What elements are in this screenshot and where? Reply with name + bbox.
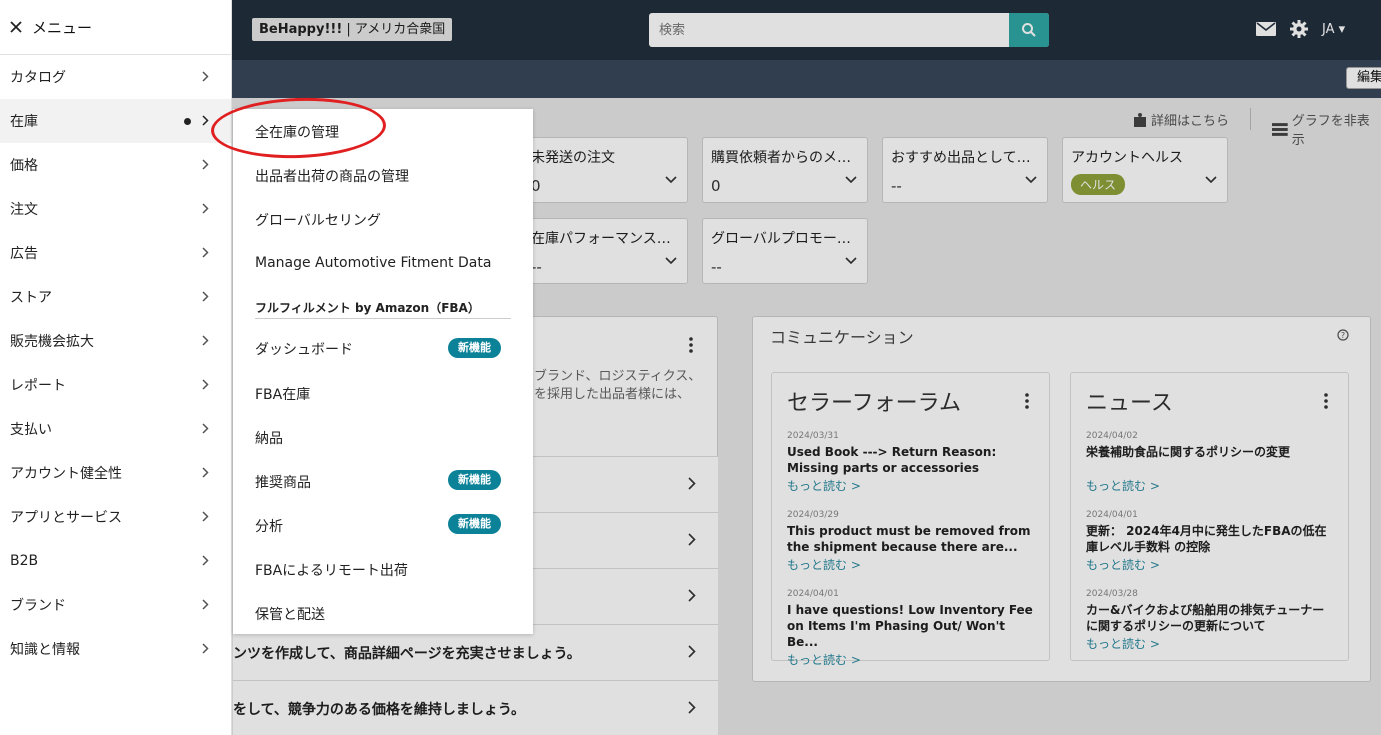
chevron-right-icon: [202, 247, 209, 258]
new-feature-badge: 新機能: [448, 514, 501, 534]
menu-item-account-health[interactable]: アカウント健全性: [0, 451, 231, 495]
close-icon[interactable]: [10, 21, 22, 33]
menu-item-payments[interactable]: 支払い: [0, 407, 231, 451]
submenu-manage-all-inventory[interactable]: 全在庫の管理: [255, 122, 339, 142]
menu-item-inventory[interactable]: 在庫: [0, 99, 231, 143]
menu-item-growth[interactable]: 販売機会拡大: [0, 319, 231, 363]
menu-item-apps-services[interactable]: アプリとサービス: [0, 495, 231, 539]
chevron-right-icon: [202, 511, 209, 522]
fba-section-title: フルフィルメント by Amazon（FBA）: [255, 301, 480, 315]
chevron-right-icon: [202, 599, 209, 610]
menu-header: メニュー: [0, 0, 231, 55]
chevron-right-icon: [202, 555, 209, 566]
menu-item-advertising[interactable]: 広告: [0, 231, 231, 275]
menu-item-b2b[interactable]: B2B: [0, 539, 231, 583]
chevron-right-icon: [202, 467, 209, 478]
submenu-fba-inventory[interactable]: FBA在庫: [255, 384, 310, 404]
submenu-recommended-products[interactable]: 推奨商品: [255, 472, 311, 492]
chevron-right-icon: [202, 203, 209, 214]
chevron-right-icon: [202, 379, 209, 390]
chevron-right-icon: [202, 71, 209, 82]
submenu-global-selling[interactable]: グローバルセリング: [255, 210, 381, 230]
submenu-shipments[interactable]: 納品: [255, 428, 283, 448]
submenu-manage-seller-fulfilled[interactable]: 出品者出荷の商品の管理: [255, 166, 409, 186]
chevron-right-icon: [202, 643, 209, 654]
chevron-right-icon: [202, 335, 209, 346]
new-feature-badge: 新機能: [448, 338, 501, 358]
menu-item-catalog[interactable]: カタログ: [0, 55, 231, 99]
active-dot: [184, 118, 191, 125]
new-feature-badge: 新機能: [448, 470, 501, 490]
menu-item-reports[interactable]: レポート: [0, 363, 231, 407]
divider: [255, 318, 511, 319]
chevron-right-icon: [202, 291, 209, 302]
submenu-remote-fulfillment[interactable]: FBAによるリモート出荷: [255, 560, 408, 580]
inventory-submenu: 全在庫の管理 出品者出荷の商品の管理 グローバルセリング Manage Auto…: [233, 109, 533, 634]
menu-item-learn[interactable]: 知識と情報: [0, 627, 231, 671]
chevron-right-icon: [202, 115, 209, 126]
chevron-right-icon: [202, 159, 209, 170]
menu-item-pricing[interactable]: 価格: [0, 143, 231, 187]
submenu-analytics[interactable]: 分析: [255, 516, 283, 536]
navigation-menu: メニュー カタログ 在庫 価格 注文 広告 ストア 販売機会拡大 レポート 支払…: [0, 0, 232, 735]
submenu-fba-dashboard[interactable]: ダッシュボード: [255, 339, 353, 359]
menu-item-brands[interactable]: ブランド: [0, 583, 231, 627]
submenu-storage-distribution[interactable]: 保管と配送: [255, 604, 325, 624]
menu-item-orders[interactable]: 注文: [0, 187, 231, 231]
menu-title: メニュー: [32, 18, 93, 37]
menu-item-stores[interactable]: ストア: [0, 275, 231, 319]
submenu-automotive-fitment[interactable]: Manage Automotive Fitment Data: [255, 255, 491, 271]
chevron-right-icon: [202, 423, 209, 434]
